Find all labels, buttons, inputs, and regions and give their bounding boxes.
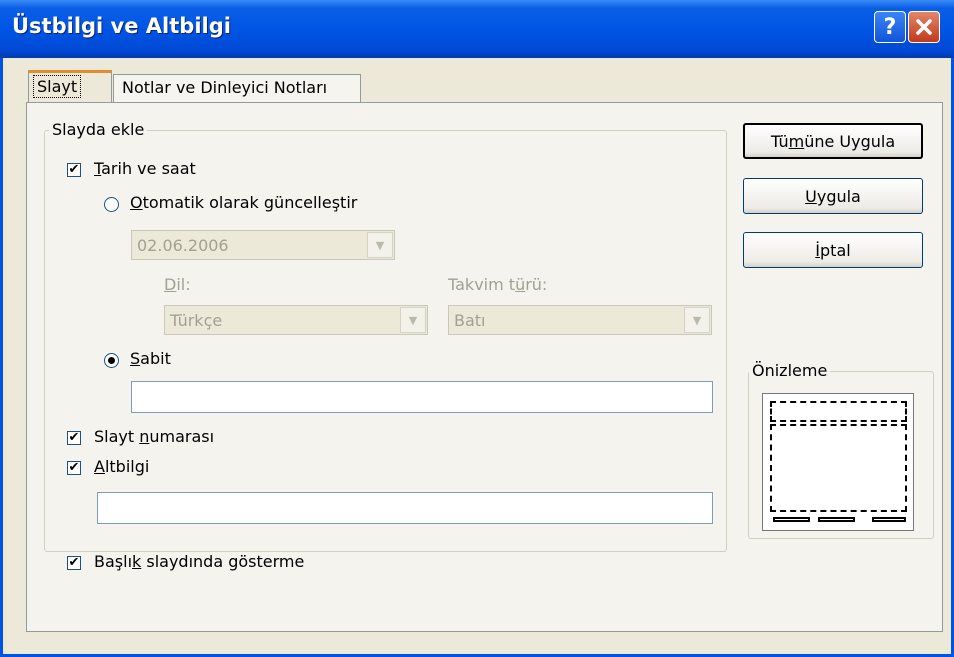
preview-date-placeholder: [773, 517, 810, 522]
chevron-down-icon[interactable]: ▼: [367, 232, 393, 258]
baslik-slaydinda-gosterme-checkbox[interactable]: ✔: [67, 556, 81, 570]
date-format-combo[interactable]: 02.06.2006 ▼: [131, 230, 395, 260]
sabit-input[interactable]: [131, 381, 713, 413]
altbilgi-label: Altbilgi: [94, 457, 150, 476]
preview-footer-placeholder: [818, 517, 855, 522]
preview-legend: Önizleme: [749, 361, 831, 380]
date-format-value: 02.06.2006: [137, 236, 229, 255]
tab-slayt[interactable]: Slayt: [28, 70, 112, 102]
dil-value: Türkçe: [170, 311, 223, 330]
question-mark-icon: ?: [883, 14, 897, 40]
baslik-slaydinda-gosterme-label: Başlık slaydında gösterme: [94, 552, 305, 571]
altbilgi-checkbox[interactable]: ✔: [67, 461, 81, 475]
dil-label: Dil:: [164, 275, 191, 294]
preview-number-placeholder: [872, 517, 906, 522]
dil-combo[interactable]: Türkçe ▼: [164, 305, 428, 335]
takvim-value: Batı: [454, 311, 486, 330]
takvim-combo[interactable]: Batı ▼: [448, 305, 712, 335]
cancel-button[interactable]: İptal: [743, 232, 923, 268]
altbilgi-input[interactable]: [97, 492, 713, 524]
sabit-label: Sabit: [130, 349, 171, 368]
dialog-window: Üstbilgi ve Altbilgi ? Slayt Notlar ve D…: [0, 0, 954, 657]
chevron-down-icon[interactable]: ▼: [684, 307, 710, 333]
tarih-ve-saat-checkbox[interactable]: ✔: [67, 163, 81, 177]
slide-preview: [762, 393, 914, 531]
tab-notlar-label: Notlar ve Dinleyici Notları: [122, 78, 328, 97]
dialog-title: Üstbilgi ve Altbilgi: [12, 14, 231, 38]
help-button[interactable]: ?: [874, 11, 906, 43]
otomatik-radio[interactable]: [104, 197, 119, 212]
close-button[interactable]: [908, 11, 940, 43]
close-icon: [916, 19, 932, 35]
slayt-numarasi-label: Slayt numarası: [94, 427, 215, 446]
slayt-numarasi-checkbox[interactable]: ✔: [67, 431, 81, 445]
otomatik-label: Otomatik olarak güncelleştir: [130, 193, 358, 212]
title-bar[interactable]: Üstbilgi ve Altbilgi ?: [0, 0, 954, 58]
preview-body-placeholder: [770, 424, 907, 512]
apply-all-button[interactable]: Tü m üne Uygula: [743, 123, 923, 159]
slayda-ekle-legend: Slayda ekle: [49, 120, 148, 139]
tarih-ve-saat-label: Tarih ve saat: [94, 159, 196, 178]
chevron-down-icon[interactable]: ▼: [400, 307, 426, 333]
tab-slayt-label: Slayt: [32, 75, 82, 98]
tab-panel: Slayda ekle ✔ Tarih ve saat Otomatik ola…: [26, 102, 943, 632]
tab-notlar[interactable]: Notlar ve Dinleyici Notları: [113, 74, 361, 102]
takvim-label: Takvim türü:: [448, 275, 548, 294]
preview-header-placeholder: [770, 401, 907, 422]
sabit-radio[interactable]: [104, 353, 119, 368]
apply-button[interactable]: Uygula: [743, 178, 923, 214]
